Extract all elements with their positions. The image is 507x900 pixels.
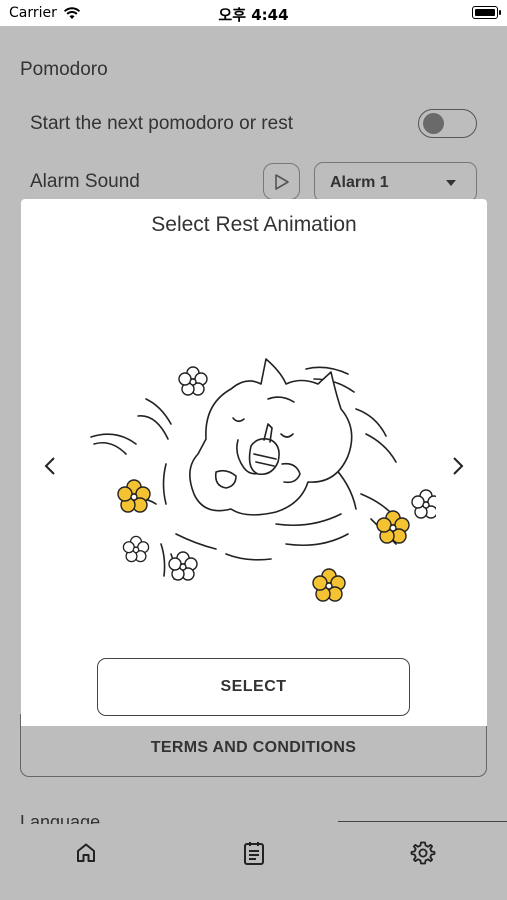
alarm-sound-dropdown[interactable]: Alarm 1 (314, 162, 477, 202)
select-label: SELECT (220, 678, 287, 695)
auto-start-label: Start the next pomodoro or rest (30, 113, 293, 134)
home-icon (77, 843, 95, 862)
tab-records[interactable] (239, 838, 269, 868)
chevron-left-icon (44, 457, 55, 475)
battery-icon (472, 6, 501, 19)
chevron-right-icon (453, 457, 464, 475)
rest-animation-modal: Select Rest Animation SELECT (21, 199, 487, 726)
terms-label: TERMS AND CONDITIONS (150, 739, 357, 756)
dropdown-arrow-icon (446, 180, 456, 186)
status-time: 오후 4:44 (218, 6, 289, 24)
status-bar: Carrier 오후 4:44 (0, 0, 507, 26)
select-button[interactable]: SELECT (97, 658, 410, 716)
section-title-pomodoro: Pomodoro (20, 59, 108, 80)
auto-start-toggle[interactable] (418, 109, 477, 138)
language-label: Language (20, 812, 101, 824)
modal-title: Select Rest Animation (151, 213, 357, 236)
tab-home[interactable] (71, 838, 101, 868)
divider (338, 821, 507, 822)
next-animation-button[interactable] (448, 454, 468, 478)
previous-animation-button[interactable] (40, 454, 60, 478)
alarm-sound-label: Alarm Sound (30, 171, 140, 192)
play-icon (274, 173, 289, 190)
settings-gear-icon (410, 841, 436, 865)
toggle-knob (423, 113, 444, 134)
play-alarm-button[interactable] (263, 163, 300, 200)
tab-bar (0, 826, 507, 900)
calendar-list-icon (244, 842, 264, 865)
sleeping-cat-illustration (90, 358, 436, 602)
alarm-sound-value: Alarm 1 (330, 174, 389, 191)
tab-settings[interactable] (408, 838, 438, 868)
